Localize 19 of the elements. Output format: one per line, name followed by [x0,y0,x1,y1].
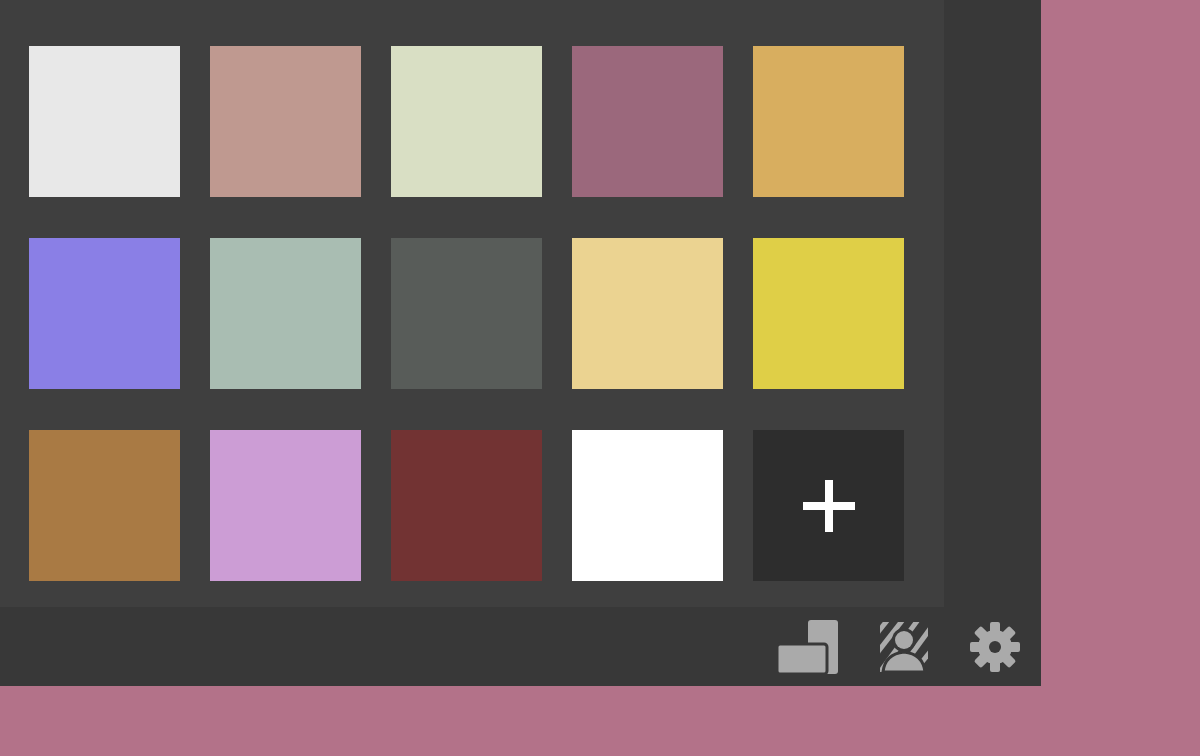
overlapping-rectangles-icon[interactable] [777,619,838,674]
color-swatch[interactable] [29,46,180,197]
color-swatch[interactable] [572,46,723,197]
color-swatch[interactable] [572,430,723,581]
add-swatch-button[interactable] [753,430,904,581]
color-swatch[interactable] [391,430,542,581]
person-icon[interactable] [880,621,928,672]
plus-icon [802,479,855,532]
settings-icon[interactable] [970,621,1020,672]
color-swatch[interactable] [210,46,361,197]
color-swatch[interactable] [29,430,180,581]
color-swatch[interactable] [753,238,904,389]
color-swatch[interactable] [753,46,904,197]
color-swatch[interactable] [210,430,361,581]
color-swatch[interactable] [572,238,723,389]
color-swatch[interactable] [391,46,542,197]
color-swatch[interactable] [210,238,361,389]
color-swatch[interactable] [391,238,542,389]
color-swatch[interactable] [29,238,180,389]
